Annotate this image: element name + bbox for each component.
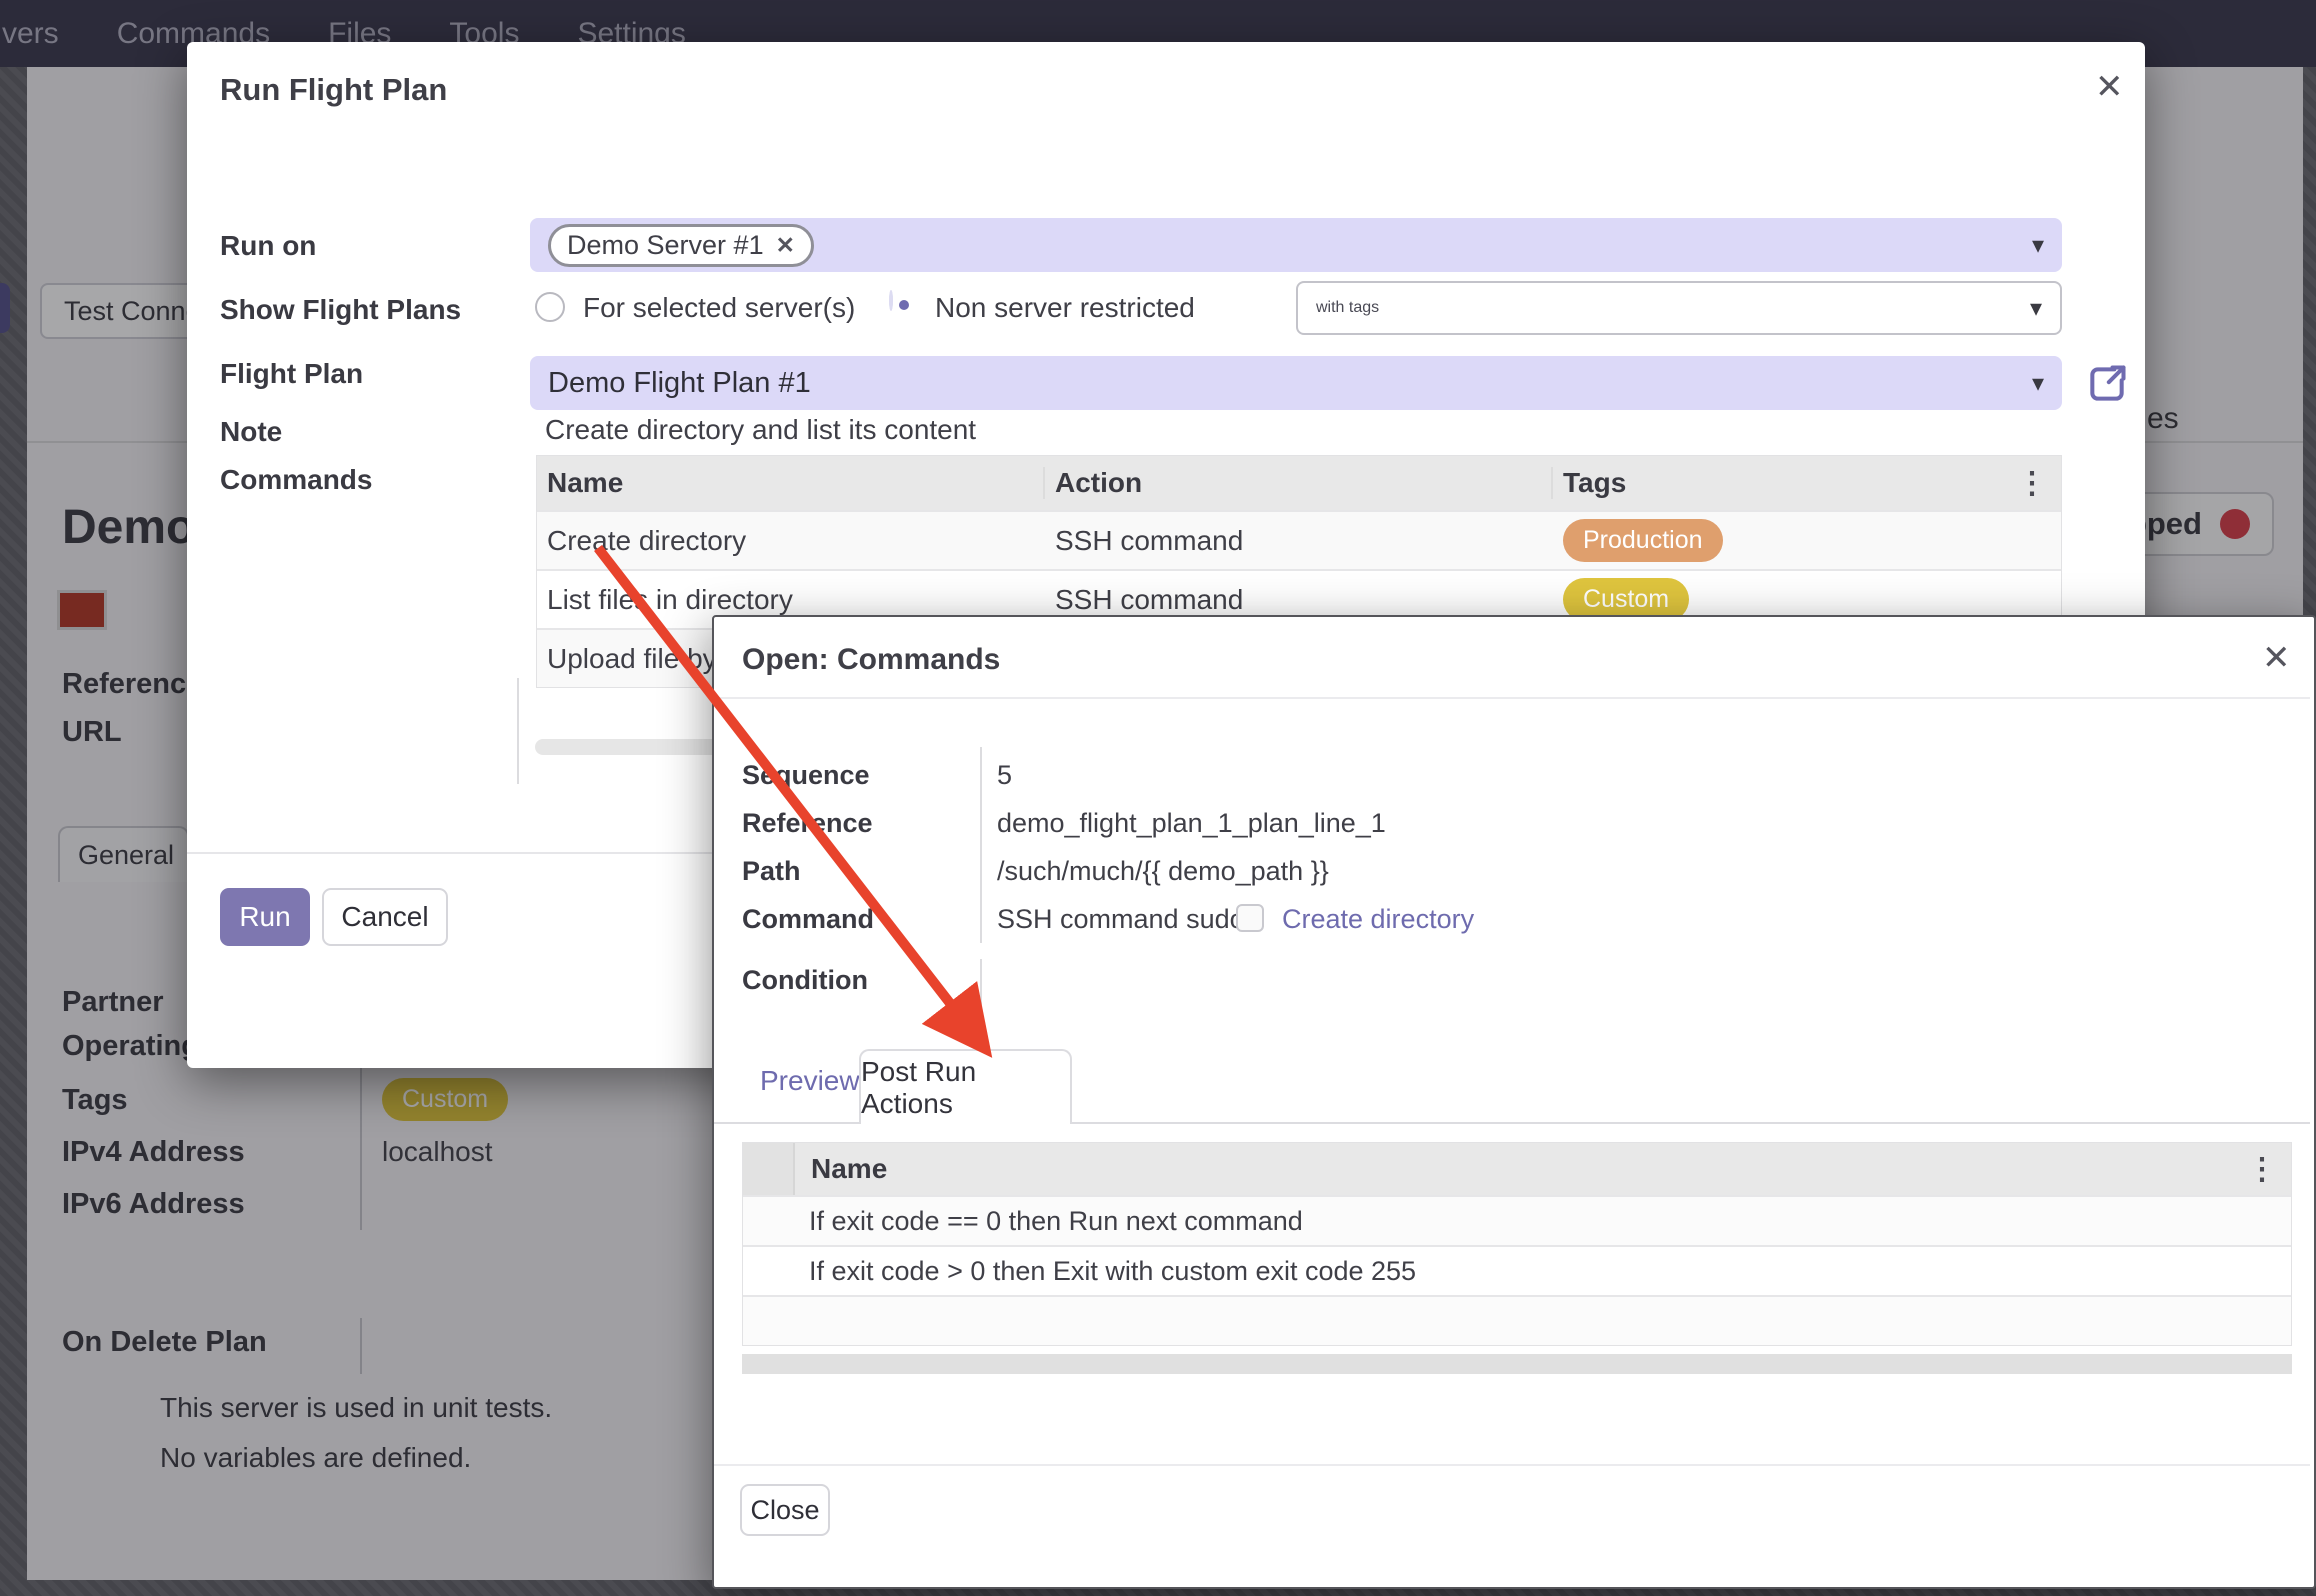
post-run-empty-row [743,1295,2291,1345]
cancel-button[interactable]: Cancel [322,888,448,946]
sequence-value: 5 [997,760,1012,791]
sequence-label: Sequence [742,760,870,791]
post-run-table-header: Name ⋮ [743,1143,2291,1195]
flight-plan-select[interactable]: Demo Flight Plan #1 ▾ [530,356,2062,410]
path-label: Path [742,856,801,887]
run-button[interactable]: Run [220,888,310,946]
run-modal-close-icon[interactable]: ✕ [2095,70,2124,104]
tag-badge-production: Production [1563,519,1723,562]
command-label: Command [742,904,874,935]
with-tags-select[interactable]: with tags ▾ [1296,281,2062,335]
table-row[interactable]: Create directory SSH command Production [537,510,2061,569]
chevron-down-icon: ▾ [2030,294,2042,323]
path-value: /such/much/{{ demo_path }} [997,856,1329,887]
commands-modal-header-divider [714,697,2310,699]
chevron-down-icon: ▾ [2032,231,2044,260]
post-run-row[interactable]: If exit code == 0 then Run next command [743,1195,2291,1245]
post-run-row[interactable]: If exit code > 0 then Exit with custom e… [743,1245,2291,1295]
column-header-name[interactable]: Name [537,467,1045,499]
commands-table-header: Name Action Tags ⋮ [537,456,2061,510]
commands-label-divider [980,747,982,943]
radio-non-server-restricted-label[interactable]: Non server restricted [935,292,1195,324]
commands-modal-title: Open: Commands [742,643,1000,677]
run-on-label: Run on [220,230,316,262]
commands-label: Commands [220,464,372,496]
run-modal-title: Run Flight Plan [220,72,447,108]
radio-non-server-restricted[interactable] [889,290,893,311]
post-run-table-scrollbar[interactable] [742,1354,2292,1374]
open-commands-modal: Open: Commands ✕ Sequence 5 Reference de… [712,615,2316,1589]
table-options-kebab-icon[interactable]: ⋮ [2017,466,2061,501]
label-column-divider [517,678,519,784]
command-reference-label: Reference [742,808,873,839]
open-flight-plan-external-link-icon[interactable] [2085,362,2129,406]
tab-preview[interactable]: Preview [760,1065,860,1097]
command-checkbox[interactable] [1236,904,1264,932]
condition-label: Condition [742,965,868,996]
create-directory-link[interactable]: Create directory [1282,904,1474,935]
column-header-name[interactable]: Name [795,1153,2247,1185]
run-on-select[interactable]: Demo Server #1 ✕ ▾ [530,218,2062,272]
commands-modal-footer-divider [714,1464,2310,1466]
row-selector-column[interactable] [743,1143,795,1195]
command-value: SSH command sudo [997,904,1245,935]
chevron-down-icon: ▾ [2032,369,2044,398]
column-header-action[interactable]: Action [1045,467,1553,499]
commands-modal-close-icon[interactable]: ✕ [2262,641,2291,675]
command-reference-value: demo_flight_plan_1_plan_line_1 [997,808,1386,839]
condition-divider [980,959,982,1011]
column-header-tags[interactable]: Tags [1553,467,2017,499]
chip-remove-icon[interactable]: ✕ [776,232,795,259]
radio-for-selected-servers[interactable] [535,292,565,322]
note-label: Note [220,416,282,448]
radio-for-selected-servers-label[interactable]: For selected server(s) [583,292,855,324]
table-options-kebab-icon[interactable]: ⋮ [2247,1152,2291,1187]
screen: vers Commands Files Tools Settings Test … [0,0,2316,1596]
flight-plan-label: Flight Plan [220,358,363,390]
server-chip[interactable]: Demo Server #1 ✕ [548,224,814,267]
show-flight-plans-label: Show Flight Plans [220,294,461,326]
note-value: Create directory and list its content [545,414,976,446]
close-button[interactable]: Close [740,1484,830,1536]
tab-post-run-actions[interactable]: Post Run Actions [859,1049,1072,1124]
